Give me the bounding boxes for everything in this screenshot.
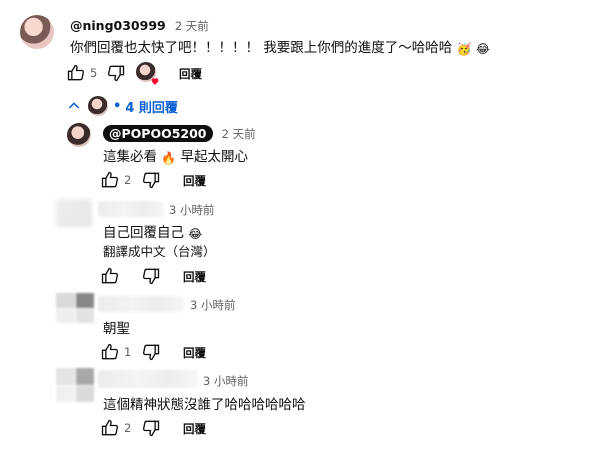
like-count: 2	[124, 421, 132, 435]
thumbs-up-icon	[100, 418, 120, 438]
thumbs-down-icon	[106, 63, 126, 83]
like-button[interactable]	[100, 418, 120, 438]
reply-timestamp[interactable]: 3 小時前	[190, 297, 235, 313]
comment-author-handle[interactable]: @ning030999	[70, 18, 166, 33]
laughing-face-emoji: 😂	[188, 227, 203, 241]
comment-text-body: 你們回覆也太快了吧！！！！！ 我要跟上你們的進度了～哈哈哈	[70, 40, 453, 56]
reply-text: 這個精神狀態沒誰了哈哈哈哈哈哈	[103, 397, 306, 413]
reply-author-blurred[interactable]	[98, 296, 184, 312]
reply-author-handle[interactable]: @POPOO5200	[103, 125, 213, 142]
creator-avatar	[88, 96, 108, 116]
reply-button[interactable]: 回覆	[179, 66, 202, 82]
replies-count-label: 4 則回覆	[125, 100, 178, 116]
heart-icon	[151, 78, 159, 85]
reply-button[interactable]: 回覆	[183, 421, 206, 437]
reply-avatar-blurred[interactable]	[56, 199, 92, 227]
like-count: 5	[90, 66, 98, 80]
dislike-button[interactable]	[141, 418, 161, 438]
reply-avatar-blurred[interactable]	[56, 293, 94, 323]
like-button[interactable]	[100, 342, 120, 362]
reply-avatar[interactable]	[67, 123, 91, 147]
thumbs-up-icon	[100, 342, 120, 362]
reply-button[interactable]: 回覆	[183, 345, 206, 361]
thumbs-up-icon	[66, 63, 86, 83]
commenter-avatar[interactable]	[20, 15, 54, 49]
reply-text: 朝聖	[103, 321, 130, 337]
reply-author-blurred[interactable]	[98, 370, 198, 388]
dislike-button[interactable]	[141, 170, 161, 190]
thumbs-down-icon	[141, 418, 161, 438]
fire-emoji: 🔥	[161, 151, 177, 165]
reply-text-part: 早起太開心	[180, 149, 249, 165]
reply-text: 這集必看 🔥 早起太開心	[103, 145, 248, 165]
dislike-button[interactable]	[141, 266, 161, 286]
reply-avatar-blurred[interactable]	[56, 368, 94, 402]
laughing-face-emoji: 😂	[475, 42, 490, 56]
thumbs-down-icon	[141, 170, 161, 190]
chevron-up-icon	[66, 98, 82, 114]
reply-timestamp[interactable]: 3 小時前	[203, 373, 248, 389]
reply-text: 自己回覆自己 😂	[103, 221, 202, 241]
like-count: 2	[124, 173, 132, 187]
thumbs-up-icon	[100, 170, 120, 190]
thumbs-down-icon	[141, 266, 161, 286]
reply-timestamp[interactable]: 3 小時前	[169, 202, 214, 218]
replies-toggle[interactable]: • 4 則回覆	[66, 96, 178, 116]
thumbs-down-icon	[141, 342, 161, 362]
reply-button[interactable]: 回覆	[183, 269, 206, 285]
dislike-button[interactable]	[141, 342, 161, 362]
reply-text-body: 自己回覆自己	[103, 225, 184, 241]
creator-heart-badge	[136, 62, 159, 85]
party-face-emoji: 🥳	[456, 42, 472, 56]
like-button[interactable]	[100, 266, 120, 286]
reply-author-blurred[interactable]	[98, 201, 164, 217]
like-count: 1	[124, 345, 132, 359]
thumbs-up-icon	[100, 266, 120, 286]
comment-text: 你們回覆也太快了吧！！！！！ 我要跟上你們的進度了～哈哈哈 🥳 😂	[70, 36, 490, 56]
reply-button[interactable]: 回覆	[183, 173, 206, 189]
comment-timestamp[interactable]: 2 天前	[175, 19, 209, 33]
reply-text-part: 這集必看	[103, 149, 157, 165]
like-button[interactable]	[100, 170, 120, 190]
replies-bullet: •	[113, 98, 122, 114]
like-button[interactable]	[66, 63, 86, 83]
translate-link[interactable]: 翻譯成中文（台灣）	[103, 241, 216, 260]
dislike-button[interactable]	[106, 63, 126, 83]
reply-timestamp[interactable]: 2 天前	[222, 127, 256, 141]
